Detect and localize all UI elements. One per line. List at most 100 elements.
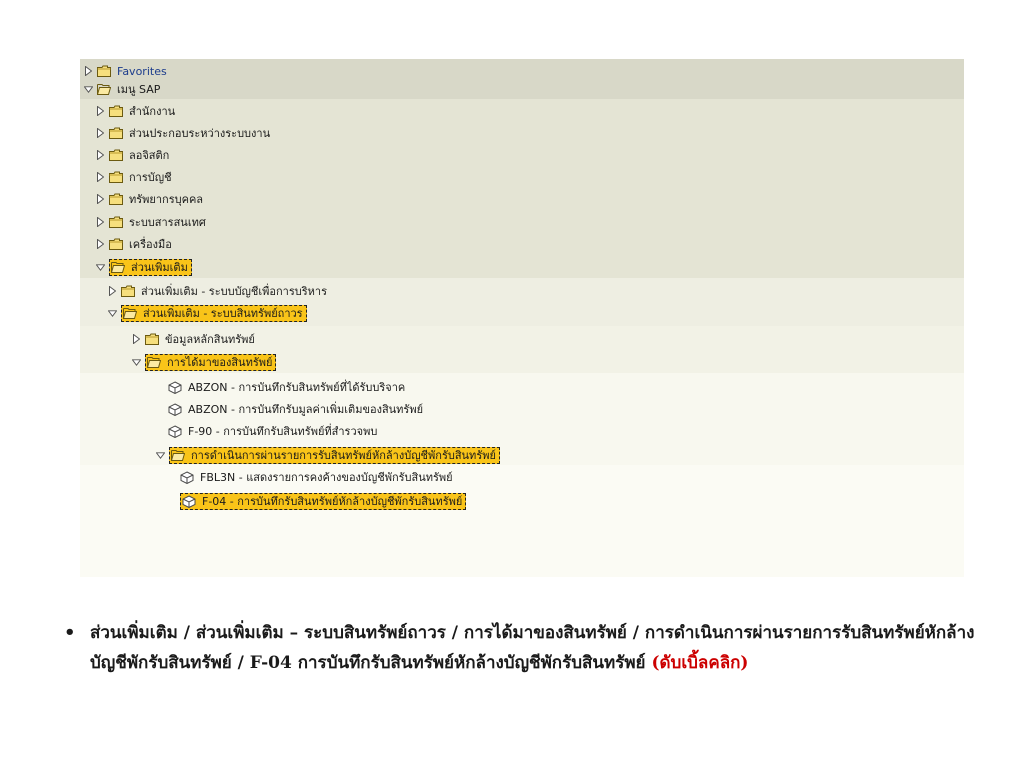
tree-node-content[interactable]: ส่วนเพิ่มเติม — [109, 258, 192, 276]
transaction-cube-icon — [168, 425, 182, 438]
bullet-point: • — [64, 622, 76, 643]
tree-node-label: การดำเนินการผ่านรายการรับสินทรัพย์หักล้า… — [191, 448, 496, 462]
tree-node-abzon-asset-value-increase[interactable]: ABZON - การบันทึกรับมูลค่าเพิ่มเติมของสิ… — [80, 399, 964, 419]
folder-icon — [109, 238, 123, 250]
expanded-triangle-icon[interactable] — [84, 84, 93, 95]
transaction-cube-icon — [168, 403, 182, 416]
tree-node-label: ส่วนเพิ่มเติม — [131, 260, 188, 274]
folder-open-icon — [147, 356, 161, 368]
tree-node-f90-asset-found[interactable]: F-90 - การบันทึกรับสินทรัพย์ที่สำรวจพบ — [80, 421, 964, 441]
tree-node-label: ทรัพยากรบุคคล — [129, 192, 204, 206]
expanded-triangle-icon[interactable] — [132, 357, 141, 368]
tree-node-label: ลอจิสติก — [129, 148, 170, 162]
tree-node-label: ข้อมูลหลักสินทรัพย์ — [165, 332, 255, 346]
tree-node-content[interactable]: ข้อมูลหลักสินทรัพย์ — [145, 332, 257, 347]
double-click-hint: (ดับเบิ้ลคลิก) — [651, 653, 749, 673]
tree-node-add-ons[interactable]: ส่วนเพิ่มเติม — [80, 257, 964, 277]
tree-node-favorites[interactable]: Favorites — [80, 61, 964, 81]
collapsed-triangle-icon[interactable] — [108, 286, 117, 297]
folder-icon — [109, 216, 123, 228]
tree-node-content[interactable]: ระบบสารสนเทศ — [109, 215, 208, 230]
collapsed-triangle-icon[interactable] — [84, 66, 93, 77]
tree-node-content[interactable]: F-90 - การบันทึกรับสินทรัพย์ที่สำรวจพบ — [168, 424, 379, 439]
folder-icon — [109, 193, 123, 205]
tree-node-label: Favorites — [117, 64, 167, 78]
tree-node-information-systems[interactable]: ระบบสารสนเทศ — [80, 212, 964, 232]
collapsed-triangle-icon[interactable] — [96, 172, 105, 183]
tree-node-label: ส่วนเพิ่มเติม - ระบบบัญชีเพื่อการบริหาร — [141, 284, 327, 298]
tree-node-label: F-90 - การบันทึกรับสินทรัพย์ที่สำรวจพบ — [188, 424, 378, 438]
tree-node-cross-application-components[interactable]: ส่วนประกอบระหว่างระบบงาน — [80, 123, 964, 143]
folder-icon — [109, 171, 123, 183]
collapsed-triangle-icon[interactable] — [96, 128, 105, 139]
tree-node-content[interactable]: เครื่องมือ — [109, 237, 174, 252]
folder-icon — [121, 285, 135, 297]
tree-node-label: ส่วนประกอบระหว่างระบบงาน — [129, 126, 271, 140]
tree-node-asset-master-data[interactable]: ข้อมูลหลักสินทรัพย์ — [80, 329, 964, 349]
tree-node-tools[interactable]: เครื่องมือ — [80, 234, 964, 254]
folder-icon — [109, 149, 123, 161]
transaction-cube-icon — [182, 495, 196, 508]
tree-node-content[interactable]: ทรัพยากรบุคคล — [109, 192, 205, 207]
tree-node-content[interactable]: ABZON - การบันทึกรับมูลค่าเพิ่มเติมของสิ… — [168, 402, 425, 417]
folder-open-icon — [111, 261, 125, 273]
collapsed-triangle-icon[interactable] — [96, 217, 105, 228]
collapsed-triangle-icon[interactable] — [96, 194, 105, 205]
collapsed-triangle-icon[interactable] — [132, 334, 141, 345]
expanded-triangle-icon[interactable] — [96, 262, 105, 273]
tree-node-logistics[interactable]: ลอจิสติก — [80, 145, 964, 165]
tree-node-sap-menu[interactable]: เมนู SAP — [80, 79, 964, 99]
folder-icon — [97, 65, 111, 77]
tree-node-label: ABZON - การบันทึกรับสินทรัพย์ที่ได้รับบร… — [188, 380, 406, 394]
tree-node-content[interactable]: ส่วนเพิ่มเติม - ระบบสินทรัพย์ถาวร — [121, 304, 307, 322]
tree-node-content[interactable]: การได้มาของสินทรัพย์ — [145, 353, 277, 371]
tree-node-label: สำนักงาน — [129, 104, 176, 118]
tree-node-content[interactable]: FBL3N - แสดงรายการคงค้างของบัญชีพักรับสิ… — [180, 470, 455, 485]
folder-icon — [109, 105, 123, 117]
tree-node-add-ons-management-accounting[interactable]: ส่วนเพิ่มเติม - ระบบบัญชีเพื่อการบริหาร — [80, 281, 964, 301]
tree-node-fbl3n-open-items[interactable]: FBL3N - แสดงรายการคงค้างของบัญชีพักรับสิ… — [80, 467, 964, 487]
expanded-triangle-icon[interactable] — [108, 308, 117, 319]
collapsed-triangle-icon[interactable] — [96, 150, 105, 161]
tree-node-content[interactable]: เมนู SAP — [97, 82, 162, 97]
collapsed-triangle-icon[interactable] — [96, 239, 105, 250]
tree-node-content[interactable]: การดำเนินการผ่านรายการรับสินทรัพย์หักล้า… — [169, 446, 500, 464]
tree-node-label: เมนู SAP — [117, 82, 161, 96]
tree-node-content[interactable]: การบัญชี — [109, 170, 174, 185]
tree-node-human-resources[interactable]: ทรัพยากรบุคคล — [80, 189, 964, 209]
transaction-cube-icon — [180, 471, 194, 484]
tree-node-abzon-donated-asset[interactable]: ABZON - การบันทึกรับสินทรัพย์ที่ได้รับบร… — [80, 377, 964, 397]
tree-node-f04-asset-clearing[interactable]: F-04 - การบันทึกรับสินทรัพย์หักล้างบัญชี… — [80, 491, 964, 511]
folder-open-icon — [171, 449, 185, 461]
tree-node-label: ส่วนเพิ่มเติม - ระบบสินทรัพย์ถาวร — [143, 306, 303, 320]
tree-node-asset-clearing-posting[interactable]: การดำเนินการผ่านรายการรับสินทรัพย์หักล้า… — [80, 445, 964, 465]
tree-node-content[interactable]: ส่วนเพิ่มเติม - ระบบบัญชีเพื่อการบริหาร — [121, 284, 329, 299]
collapsed-triangle-icon[interactable] — [96, 106, 105, 117]
folder-open-icon — [97, 83, 111, 95]
folder-icon — [109, 127, 123, 139]
tree-node-label: FBL3N - แสดงรายการคงค้างของบัญชีพักรับสิ… — [200, 470, 453, 484]
tree-node-label: เครื่องมือ — [129, 237, 172, 251]
tree-node-asset-acquisition[interactable]: การได้มาของสินทรัพย์ — [80, 352, 964, 372]
transaction-cube-icon — [168, 381, 182, 394]
tree-node-content[interactable]: F-04 - การบันทึกรับสินทรัพย์หักล้างบัญชี… — [180, 492, 467, 510]
expanded-triangle-icon[interactable] — [156, 450, 165, 461]
folder-open-icon — [123, 307, 137, 319]
tree-node-label: การได้มาของสินทรัพย์ — [167, 355, 273, 369]
tree-node-label: ABZON - การบันทึกรับมูลค่าเพิ่มเติมของสิ… — [188, 402, 424, 416]
tree-node-content[interactable]: ลอจิสติก — [109, 148, 171, 163]
tree-node-add-ons-fixed-assets[interactable]: ส่วนเพิ่มเติม - ระบบสินทรัพย์ถาวร — [80, 303, 964, 323]
tree-node-content[interactable]: ส่วนประกอบระหว่างระบบงาน — [109, 126, 272, 141]
tree-node-label: F-04 - การบันทึกรับสินทรัพย์หักล้างบัญชี… — [202, 494, 463, 508]
tree-node-accounting[interactable]: การบัญชี — [80, 167, 964, 187]
tree-node-office[interactable]: สำนักงาน — [80, 101, 964, 121]
sap-menu-tree: Favorites เมนู SAP สำนักงานส่วนประกอบระหว่… — [80, 59, 964, 577]
tree-node-content[interactable]: ABZON - การบันทึกรับสินทรัพย์ที่ได้รับบร… — [168, 380, 407, 395]
tree-node-label: ระบบสารสนเทศ — [129, 215, 206, 229]
instruction-caption: • ส่วนเพิ่มเติม / ส่วนเพิ่มเติม – ระบบสิ… — [64, 618, 990, 678]
folder-icon — [145, 333, 159, 345]
tree-node-label: การบัญชี — [129, 170, 172, 184]
tree-node-content[interactable]: สำนักงาน — [109, 104, 177, 119]
tree-node-content[interactable]: Favorites — [97, 64, 169, 79]
menu-path-text: ส่วนเพิ่มเติม / ส่วนเพิ่มเติม – ระบบสินท… — [90, 623, 975, 673]
